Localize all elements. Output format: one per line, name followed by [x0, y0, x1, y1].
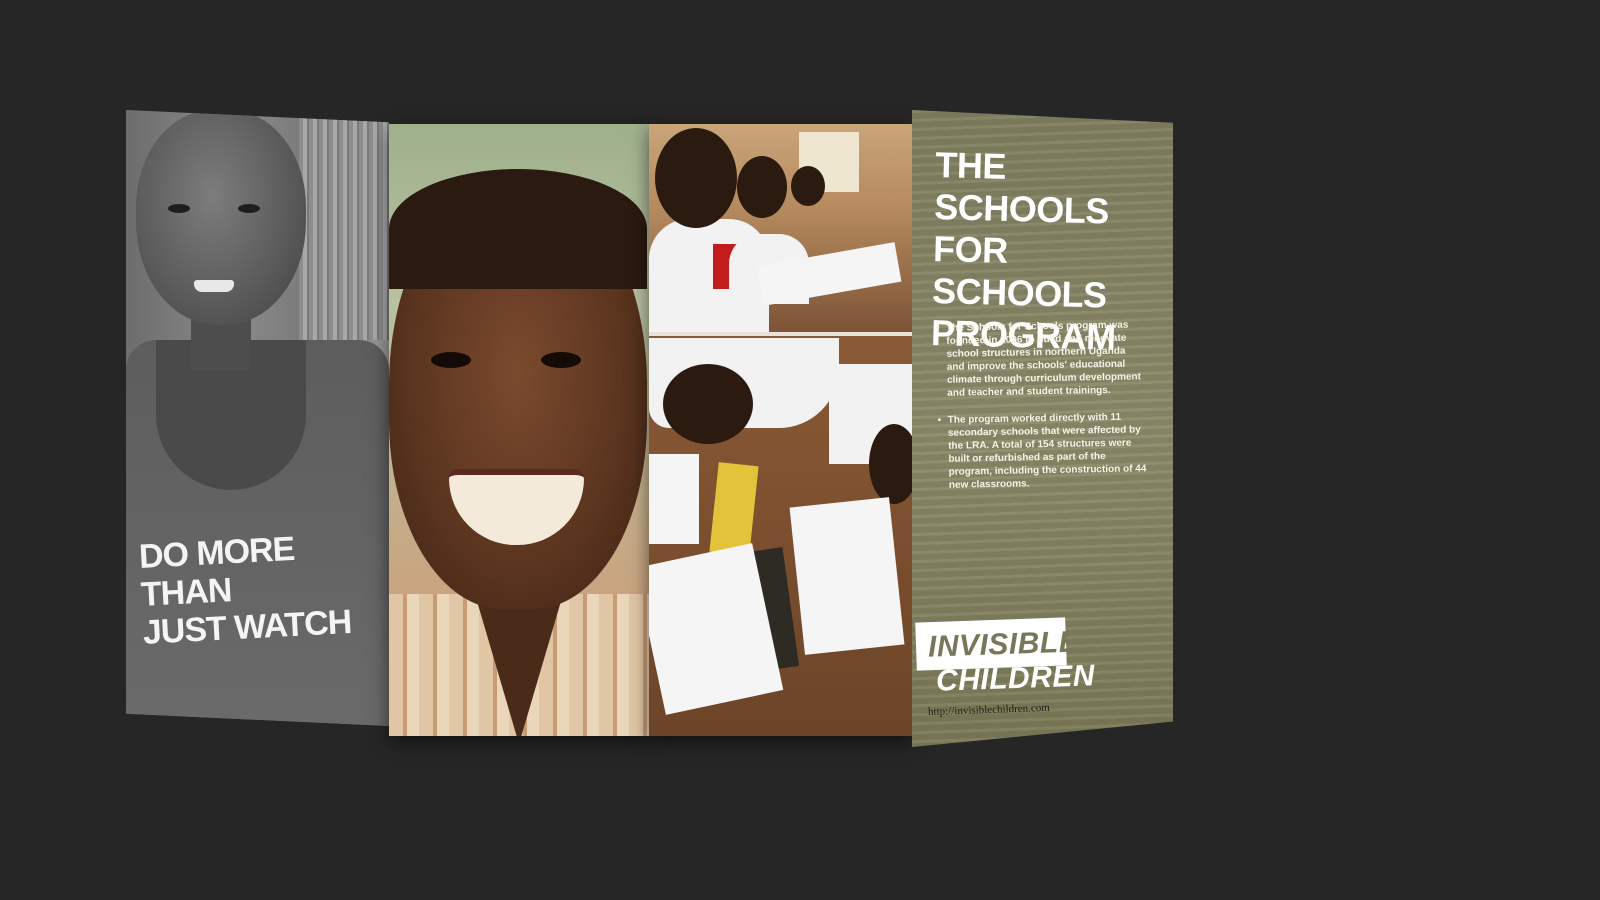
boy-hair — [389, 169, 647, 289]
right-eye — [238, 204, 260, 213]
fence-background — [299, 110, 389, 340]
left-eye — [168, 204, 190, 213]
brochure-stage: DO MORE THAN JUST WATCH THE SCHOOLS FOR … — [0, 0, 1600, 900]
panel-program-info: THE SCHOOLS FOR SCHOOLS PROGRAM The Scho… — [912, 110, 1173, 747]
student-head-2 — [737, 156, 787, 218]
bullet-founded: The Schools for Schools program was foun… — [936, 318, 1145, 400]
program-title-line2: FOR SCHOOLS — [931, 227, 1108, 316]
shirt-slogan-line1: DO MORE THAN — [138, 529, 296, 614]
program-bullets: The Schools for Schools program was foun… — [936, 318, 1147, 506]
panel-classroom-photos — [649, 124, 912, 736]
left-eye — [431, 352, 471, 368]
student-head-right — [869, 424, 912, 504]
program-title-line1: THE SCHOOLS — [933, 144, 1110, 232]
exercise-paper — [789, 497, 905, 655]
right-eye — [541, 352, 581, 368]
panel-grayscale-portrait: DO MORE THAN JUST WATCH — [126, 110, 389, 726]
boy-face — [136, 110, 306, 325]
boy-teeth — [194, 280, 234, 292]
textbook-left — [649, 454, 699, 544]
student-head — [655, 128, 737, 228]
website-url[interactable]: http://invisiblechildren.com — [928, 702, 1050, 718]
panel-smiling-boy — [389, 124, 649, 736]
logo-children: CHILDREN — [935, 659, 1096, 698]
bullet-schools: The program worked directly with 11 seco… — [938, 410, 1147, 492]
logo-invisible: INVISIBLE — [927, 625, 1080, 664]
student-head-down — [663, 364, 753, 444]
shirt-slogan: DO MORE THAN JUST WATCH — [138, 525, 384, 652]
student-head-3 — [791, 166, 825, 206]
